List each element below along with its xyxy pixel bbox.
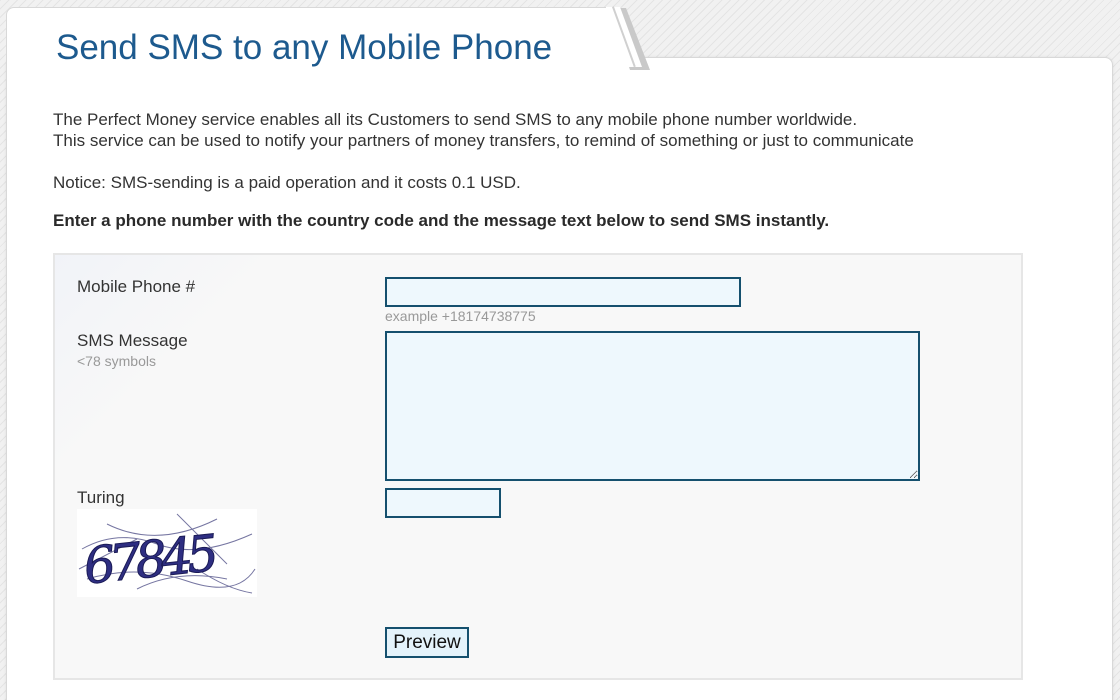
- sms-length-hint: <78 symbols: [77, 353, 156, 369]
- preview-button[interactable]: Preview: [385, 627, 469, 658]
- phone-label: Mobile Phone #: [77, 277, 196, 296]
- intro-text: The Perfect Money service enables all it…: [53, 109, 914, 151]
- captcha-svg: 67845: [78, 513, 256, 596]
- sms-message-label: SMS Message: [77, 331, 188, 350]
- intro-line-2: This service can be used to notify your …: [53, 131, 914, 150]
- captcha-image: 67845: [77, 509, 257, 597]
- phone-example-hint: example +18174738775: [385, 308, 536, 324]
- price-notice: Notice: SMS-sending is a paid operation …: [53, 173, 521, 192]
- captcha-text: 67845: [81, 524, 219, 596]
- mobile-phone-input[interactable]: [385, 277, 741, 307]
- intro-line-1: The Perfect Money service enables all it…: [53, 110, 858, 129]
- page-title: Send SMS to any Mobile Phone: [56, 28, 553, 67]
- instructions-text: Enter a phone number with the country co…: [53, 211, 830, 230]
- sms-message-textarea[interactable]: [385, 331, 920, 481]
- turing-label: Turing: [77, 488, 125, 507]
- turing-input[interactable]: [385, 488, 501, 518]
